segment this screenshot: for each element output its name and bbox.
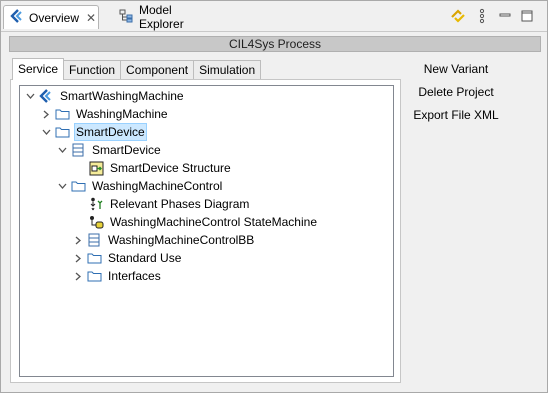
capella-logo-icon [38, 88, 54, 104]
capella-overview-icon [10, 9, 24, 26]
delete-project-button[interactable]: Delete Project [406, 83, 506, 101]
tree-row[interactable]: Standard Use [72, 249, 183, 267]
model-explorer-icon [119, 9, 134, 26]
tree-row[interactable]: Interfaces [72, 267, 163, 285]
chevron-down-icon[interactable] [24, 87, 36, 105]
tree-item-label: SmartDevice [74, 123, 147, 141]
minimize-icon[interactable] [496, 7, 514, 25]
tab-overview-label: Overview [29, 10, 80, 25]
tree-item-label: SmartWashingMachine [60, 89, 184, 103]
tree-row[interactable]: WashingMachineControlBB [72, 231, 256, 249]
tree-row[interactable]: Relevant Phases Diagram [88, 195, 251, 213]
tree-item-label: WashingMachineControlBB [108, 233, 255, 247]
tab-model-explorer[interactable]: Model Explorer [113, 3, 221, 31]
tree-item-label: Relevant Phases Diagram [110, 197, 250, 211]
folder-icon [86, 250, 102, 266]
view-tab-bar: Overview ✕ Model Explorer [1, 1, 547, 32]
maximize-icon[interactable] [518, 7, 536, 25]
tree-row-selected[interactable]: SmartDevice [40, 123, 147, 141]
tab-simulation[interactable]: Simulation [193, 60, 262, 80]
close-icon[interactable]: ✕ [86, 11, 96, 25]
chevron-down-icon[interactable] [40, 123, 52, 141]
folder-icon [54, 106, 70, 122]
process-title: CIL4Sys Process [9, 36, 541, 52]
block-icon [70, 142, 86, 158]
panel-tabs: Service Function Component Simulation [12, 58, 262, 80]
folder-icon [86, 268, 102, 284]
tree-row[interactable]: SmartDevice [56, 141, 163, 159]
export-xml-button[interactable]: Export File XML [406, 106, 506, 124]
tree-item-label: SmartDevice [92, 143, 161, 157]
state-machine-icon [88, 214, 104, 230]
tree-item-label: SmartDevice Structure [110, 161, 231, 175]
tab-component[interactable]: Component [120, 60, 195, 80]
project-tree[interactable]: SmartWashingMachine WashingMachine Smart… [19, 85, 394, 377]
tab-service[interactable]: Service [12, 58, 65, 80]
tree-row[interactable]: WashingMachine [40, 105, 170, 123]
new-variant-button[interactable]: New Variant [406, 60, 506, 78]
overview-view: Overview ✕ Model Explorer CIL4Sys Proces… [0, 0, 548, 393]
tab-overview[interactable]: Overview ✕ [3, 5, 99, 29]
tree-item-label: WashingMachineControl StateMachine [110, 215, 317, 229]
tree-row[interactable]: SmartDevice Structure [88, 159, 233, 177]
tree-row[interactable]: WashingMachineControl [56, 177, 224, 195]
tab-function[interactable]: Function [63, 60, 122, 80]
tab-model-explorer-label: Model Explorer [139, 3, 184, 31]
chevron-down-icon[interactable] [56, 141, 68, 159]
chevron-right-icon[interactable] [72, 231, 84, 249]
chevron-down-icon[interactable] [56, 177, 68, 195]
sync-icon[interactable] [449, 7, 467, 25]
structure-diagram-icon [88, 160, 104, 176]
view-menu-icon[interactable] [473, 7, 491, 25]
tree-item-label: Standard Use [108, 251, 182, 265]
chevron-right-icon[interactable] [72, 249, 84, 267]
tree-item-label: Interfaces [108, 269, 161, 283]
chevron-right-icon[interactable] [40, 105, 52, 123]
tree-item-label: WashingMachine [76, 107, 168, 121]
folder-icon [70, 178, 86, 194]
process-content: CIL4Sys Process Service Function Compone… [2, 32, 546, 390]
block-icon [86, 232, 102, 248]
tree-row[interactable]: WashingMachineControl StateMachine [88, 213, 319, 231]
tree-row[interactable]: SmartWashingMachine [24, 87, 186, 105]
chevron-right-icon[interactable] [72, 267, 84, 285]
folder-icon [54, 124, 70, 140]
tree-item-label: WashingMachineControl [92, 179, 223, 193]
phases-diagram-icon [88, 196, 104, 212]
